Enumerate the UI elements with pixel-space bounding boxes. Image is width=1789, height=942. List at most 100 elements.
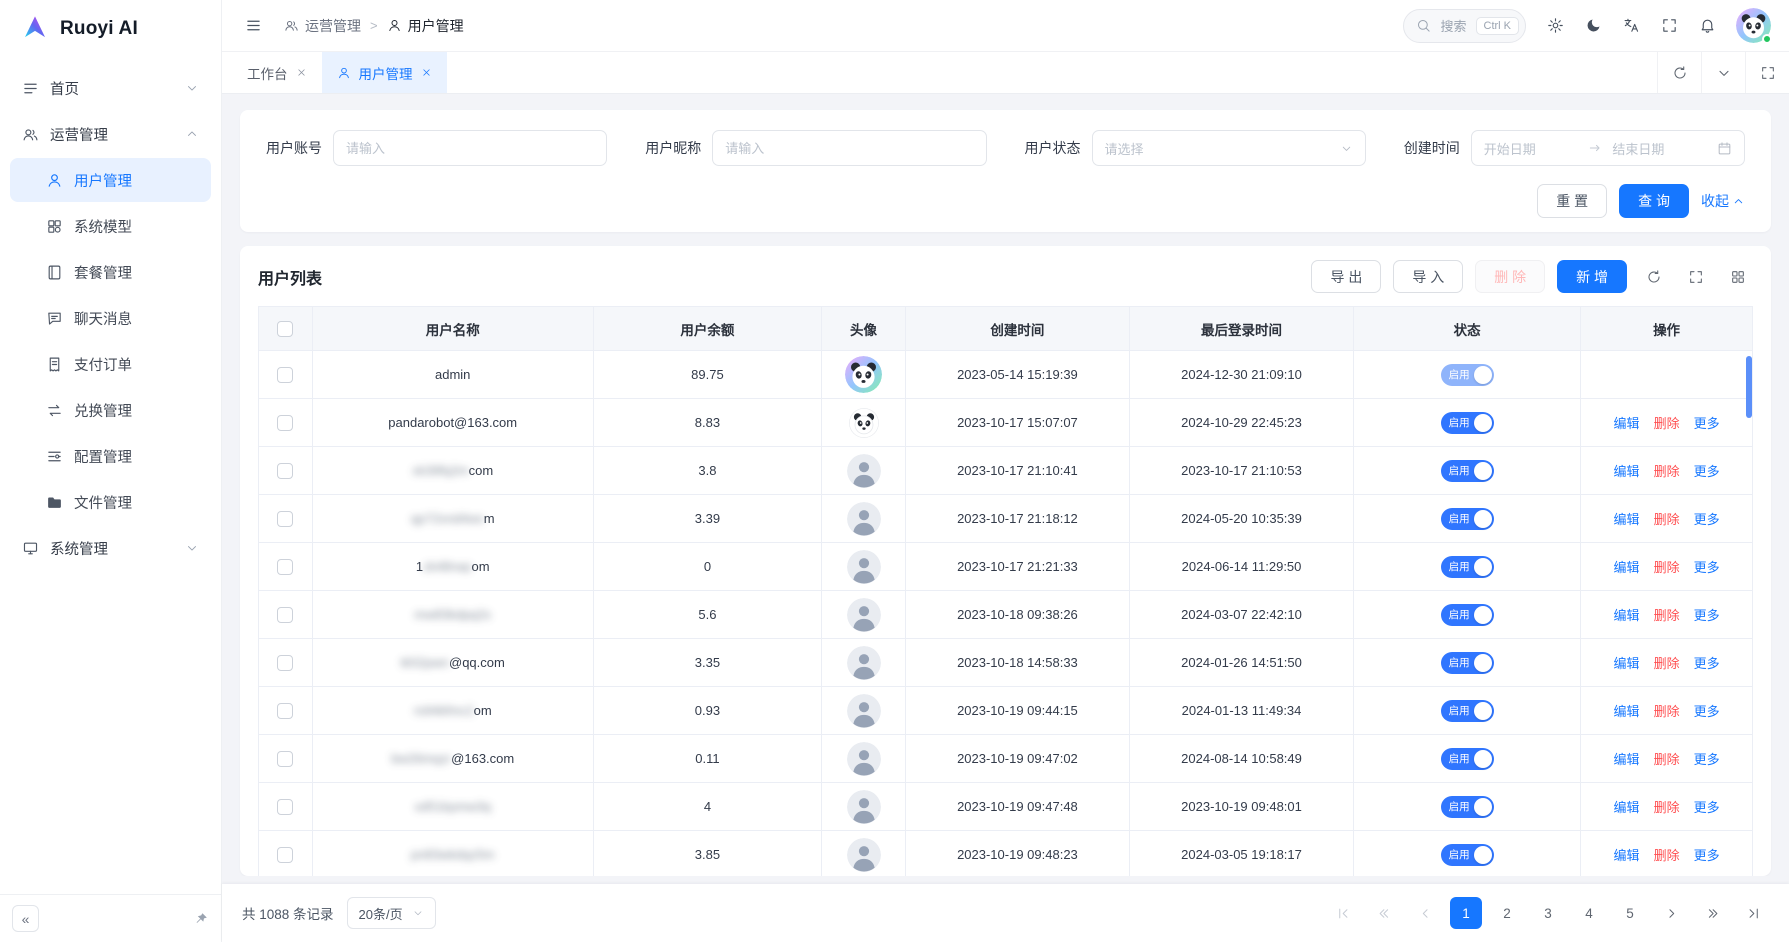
pin-sidebar-icon[interactable] xyxy=(194,911,209,926)
edit-link[interactable]: 编辑 xyxy=(1614,704,1640,719)
collapse-filters-link[interactable]: 收起 xyxy=(1701,191,1745,211)
page-2-button[interactable]: 2 xyxy=(1491,897,1523,929)
more-link[interactable]: 更多 xyxy=(1694,512,1720,527)
status-toggle[interactable]: 启用 xyxy=(1441,700,1494,722)
edit-link[interactable]: 编辑 xyxy=(1614,656,1640,671)
row-checkbox[interactable] xyxy=(277,751,293,767)
row-checkbox[interactable] xyxy=(277,703,293,719)
row-checkbox[interactable] xyxy=(277,367,293,383)
more-link[interactable]: 更多 xyxy=(1694,848,1720,863)
sidebar-section-operations[interactable]: 运营管理 xyxy=(10,112,211,156)
dark-mode-moon-icon[interactable] xyxy=(1576,9,1610,43)
table-refresh-icon[interactable] xyxy=(1639,262,1669,292)
status-toggle[interactable]: 启用 xyxy=(1441,748,1494,770)
delete-link[interactable]: 删除 xyxy=(1654,608,1680,623)
row-checkbox[interactable] xyxy=(277,415,293,431)
filter-account-input[interactable] xyxy=(333,130,607,166)
tab-workbench[interactable]: 工作台 xyxy=(232,52,322,93)
page-1-button[interactable]: 1 xyxy=(1450,897,1482,929)
table-fullscreen-icon[interactable] xyxy=(1681,262,1711,292)
sidebar-item-exchange-management[interactable]: 兑换管理 xyxy=(10,388,211,432)
export-button[interactable]: 导 出 xyxy=(1311,260,1381,293)
status-toggle[interactable]: 启用 xyxy=(1441,796,1494,818)
tab-user-management[interactable]: 用户管理 xyxy=(322,52,447,93)
delete-link[interactable]: 删除 xyxy=(1654,848,1680,863)
notifications-bell-icon[interactable] xyxy=(1690,9,1724,43)
last-page-button[interactable] xyxy=(1737,897,1769,929)
tab-close-icon[interactable] xyxy=(296,67,307,78)
row-checkbox[interactable] xyxy=(277,799,293,815)
sidebar-collapse-button[interactable]: « xyxy=(12,905,39,932)
breadcrumb-item-operations[interactable]: 运营管理 xyxy=(284,16,361,36)
language-translate-icon[interactable] xyxy=(1614,9,1648,43)
status-toggle[interactable]: 启用 xyxy=(1441,412,1494,434)
edit-link[interactable]: 编辑 xyxy=(1614,560,1640,575)
edit-link[interactable]: 编辑 xyxy=(1614,752,1640,767)
filter-status-select[interactable]: 请选择 xyxy=(1092,130,1366,166)
status-toggle[interactable]: 启用 xyxy=(1441,364,1494,386)
status-toggle[interactable]: 启用 xyxy=(1441,508,1494,530)
delete-link[interactable]: 删除 xyxy=(1654,800,1680,815)
status-toggle[interactable]: 启用 xyxy=(1441,556,1494,578)
select-all-checkbox[interactable] xyxy=(277,321,293,337)
fullscreen-icon[interactable] xyxy=(1652,9,1686,43)
settings-gear-icon[interactable] xyxy=(1538,9,1572,43)
tab-refresh-icon[interactable] xyxy=(1657,52,1701,93)
user-avatar[interactable] xyxy=(1736,8,1771,43)
row-checkbox[interactable] xyxy=(277,655,293,671)
reset-button[interactable]: 重 置 xyxy=(1537,184,1607,218)
sidebar-item-package-management[interactable]: 套餐管理 xyxy=(10,250,211,294)
prev-group-button[interactable] xyxy=(1368,897,1400,929)
more-link[interactable]: 更多 xyxy=(1694,656,1720,671)
search-button[interactable]: 查 询 xyxy=(1619,184,1689,218)
row-checkbox[interactable] xyxy=(277,607,293,623)
scrollbar-thumb[interactable] xyxy=(1746,356,1752,418)
next-group-button[interactable] xyxy=(1696,897,1728,929)
next-page-button[interactable] xyxy=(1655,897,1687,929)
sidebar-item-file-management[interactable]: 文件管理 xyxy=(10,480,211,524)
more-link[interactable]: 更多 xyxy=(1694,608,1720,623)
brand[interactable]: Ruoyi AI xyxy=(0,0,221,58)
row-checkbox[interactable] xyxy=(277,511,293,527)
delete-link[interactable]: 删除 xyxy=(1654,560,1680,575)
page-4-button[interactable]: 4 xyxy=(1573,897,1605,929)
delete-button[interactable]: 删 除 xyxy=(1475,260,1545,293)
delete-link[interactable]: 删除 xyxy=(1654,464,1680,479)
prev-page-button[interactable] xyxy=(1409,897,1441,929)
sidebar-item-config-management[interactable]: 配置管理 xyxy=(10,434,211,478)
page-5-button[interactable]: 5 xyxy=(1614,897,1646,929)
more-link[interactable]: 更多 xyxy=(1694,704,1720,719)
first-page-button[interactable] xyxy=(1327,897,1359,929)
sidebar-item-system-model[interactable]: 系统模型 xyxy=(10,204,211,248)
edit-link[interactable]: 编辑 xyxy=(1614,416,1640,431)
status-toggle[interactable]: 启用 xyxy=(1441,844,1494,866)
more-link[interactable]: 更多 xyxy=(1694,416,1720,431)
import-button[interactable]: 导 入 xyxy=(1393,260,1463,293)
row-checkbox[interactable] xyxy=(277,847,293,863)
table-scrollbar[interactable] xyxy=(1745,352,1753,872)
delete-link[interactable]: 删除 xyxy=(1654,656,1680,671)
add-button[interactable]: 新 增 xyxy=(1557,260,1627,293)
sidebar-section-home[interactable]: 首页 xyxy=(10,66,211,110)
sidebar-section-system-management[interactable]: 系统管理 xyxy=(10,526,211,570)
status-toggle[interactable]: 启用 xyxy=(1441,604,1494,626)
tab-close-icon[interactable] xyxy=(421,67,432,78)
edit-link[interactable]: 编辑 xyxy=(1614,608,1640,623)
more-link[interactable]: 更多 xyxy=(1694,464,1720,479)
status-toggle[interactable]: 启用 xyxy=(1441,460,1494,482)
delete-link[interactable]: 删除 xyxy=(1654,704,1680,719)
tab-menu-chevron-icon[interactable] xyxy=(1701,52,1745,93)
delete-link[interactable]: 删除 xyxy=(1654,512,1680,527)
sidebar-item-user-management[interactable]: 用户管理 xyxy=(10,158,211,202)
delete-link[interactable]: 删除 xyxy=(1654,752,1680,767)
more-link[interactable]: 更多 xyxy=(1694,752,1720,767)
edit-link[interactable]: 编辑 xyxy=(1614,800,1640,815)
more-link[interactable]: 更多 xyxy=(1694,800,1720,815)
row-checkbox[interactable] xyxy=(277,559,293,575)
hamburger-menu-icon[interactable] xyxy=(236,9,270,43)
breadcrumb-item-user-management[interactable]: 用户管理 xyxy=(387,16,464,36)
tab-fullscreen-icon[interactable] xyxy=(1745,52,1789,93)
page-size-select[interactable]: 20条/页 xyxy=(347,897,436,929)
sidebar-item-payment-orders[interactable]: 支付订单 xyxy=(10,342,211,386)
edit-link[interactable]: 编辑 xyxy=(1614,848,1640,863)
